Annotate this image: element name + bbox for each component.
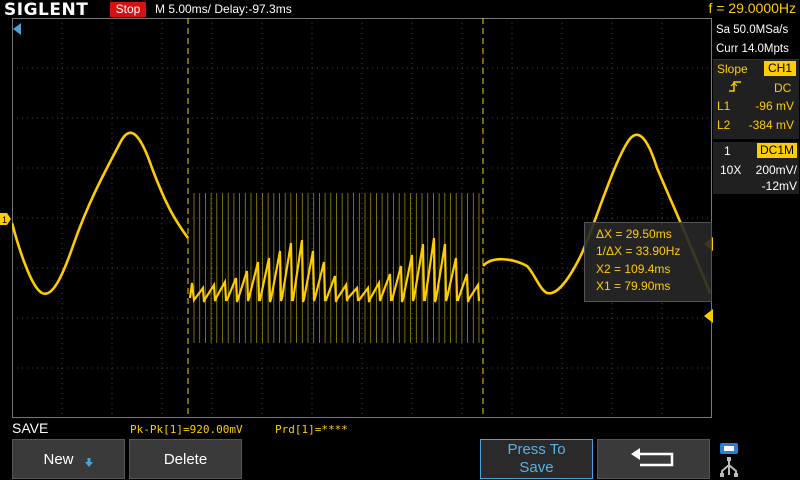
new-button[interactable]: New bbox=[12, 439, 125, 479]
cursor-x1: X1 = 79.90ms bbox=[596, 279, 671, 293]
return-button[interactable] bbox=[597, 439, 710, 479]
frequency-readout: f = 29.0000Hz bbox=[708, 0, 796, 16]
channel1-burst-trace bbox=[188, 237, 481, 303]
graticule bbox=[12, 18, 712, 418]
rising-edge-icon bbox=[728, 80, 742, 96]
trigger-position-marker[interactable] bbox=[12, 22, 22, 36]
new-button-label: New bbox=[43, 450, 74, 468]
level1-label: L1 bbox=[717, 99, 731, 113]
trigger-level2-marker[interactable] bbox=[703, 309, 713, 323]
level2-value: -384 mV bbox=[748, 118, 794, 132]
cursor-delta-x: ΔX = 29.50ms bbox=[596, 227, 672, 241]
press-to-save-button[interactable]: Press To Save bbox=[480, 439, 593, 479]
run-state-badge[interactable]: Stop bbox=[110, 2, 146, 17]
svg-text:1: 1 bbox=[2, 215, 7, 225]
delete-button-label: Delete bbox=[163, 450, 208, 468]
return-arrow-icon bbox=[630, 448, 673, 467]
measurement-period: Prd[1]=**** bbox=[275, 423, 348, 436]
channel-offset: -12mV bbox=[761, 179, 797, 193]
channel-coupling-badge: DC1M bbox=[757, 143, 797, 158]
cursor-inverse-delta-x: 1/ΔX = 33.90Hz bbox=[596, 244, 681, 258]
trigger-source-badge: CH1 bbox=[764, 61, 796, 76]
brand-logo: SIGLENT bbox=[4, 0, 89, 20]
waveform-display[interactable] bbox=[12, 18, 712, 418]
volts-per-div: 200mV/ bbox=[755, 163, 797, 177]
level1-value: -96 mV bbox=[755, 99, 794, 113]
press-to-save-line2: Save bbox=[519, 459, 554, 476]
signal-spikes bbox=[193, 193, 480, 343]
menu-title: SAVE bbox=[12, 420, 49, 436]
trigger-coupling: DC bbox=[774, 81, 792, 95]
delete-button[interactable]: Delete bbox=[129, 439, 242, 479]
level2-label: L2 bbox=[717, 118, 731, 132]
channel-number: 1 bbox=[724, 144, 731, 158]
cursor-x2: X2 = 109.4ms bbox=[596, 262, 671, 276]
probe-attenuation: 10X bbox=[720, 163, 742, 177]
usb-network-icon bbox=[720, 443, 738, 477]
trigger-type: Slope bbox=[717, 62, 748, 76]
memory-depth: Curr 14.0Mpts bbox=[716, 43, 789, 55]
timebase-readout: M 5.00ms/ Delay:-97.3ms bbox=[155, 2, 292, 16]
press-to-save-line1: Press To bbox=[507, 441, 566, 458]
measurement-pkpk: Pk-Pk[1]=920.00mV bbox=[130, 423, 243, 436]
arrow-down-icon bbox=[84, 458, 93, 467]
channel1-offset-marker[interactable]: 1 bbox=[0, 212, 12, 226]
sample-rate: Sa 50.0MSa/s bbox=[716, 24, 789, 36]
